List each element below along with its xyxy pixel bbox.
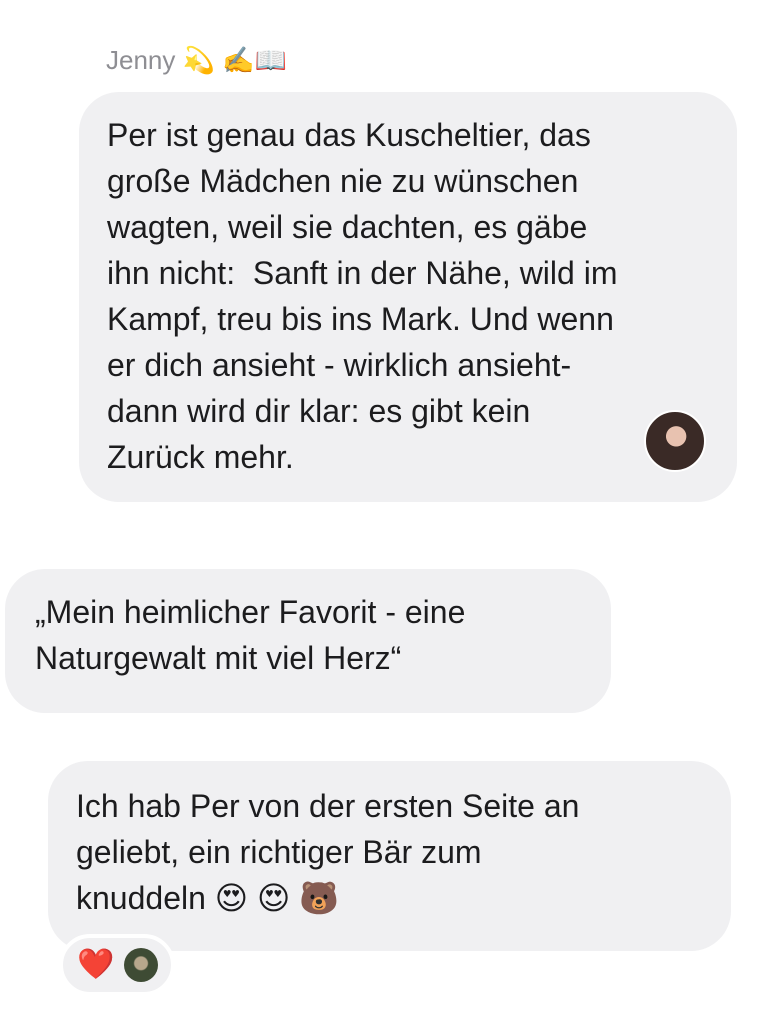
- message-text-1: Per ist genau das Kuscheltier, das große…: [107, 117, 618, 475]
- message-bubble-3[interactable]: Ich hab Per von der ersten Seite an geli…: [48, 761, 731, 951]
- heart-reaction-icon: ❤️: [77, 948, 115, 981]
- sender-avatar[interactable]: [644, 410, 706, 472]
- sender-name[interactable]: Jenny 💫 ✍️📖: [106, 42, 287, 78]
- message-text-2: „Mein heimlicher Favorit - eine Naturgew…: [35, 594, 466, 676]
- message-text-3: Ich hab Per von der ersten Seite an geli…: [76, 788, 580, 916]
- message-bubble-1[interactable]: Per ist genau das Kuscheltier, das große…: [79, 92, 737, 502]
- reaction-pill[interactable]: ❤️: [59, 934, 175, 996]
- reactor-avatar: [124, 948, 159, 982]
- message-bubble-2[interactable]: „Mein heimlicher Favorit - eine Naturgew…: [5, 569, 611, 713]
